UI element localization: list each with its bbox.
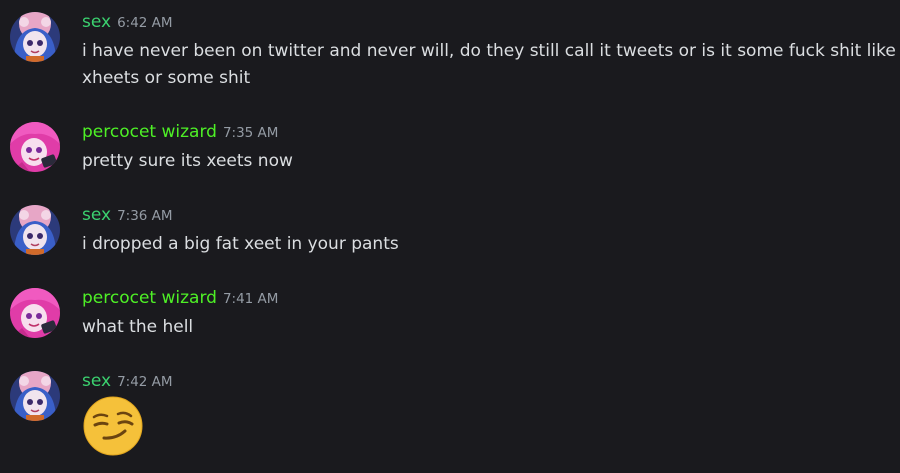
username[interactable]: sex (82, 371, 111, 391)
chat-log: sex 6:42 AM i have never been on twitter … (0, 0, 900, 473)
avatar-blue-hair-icon[interactable] (10, 371, 60, 421)
avatar-blue-hair-icon[interactable] (10, 12, 60, 62)
message[interactable]: percocet wizard 7:41 AM what the hell (0, 288, 900, 340)
message-content: what the hell (82, 317, 194, 337)
message-header: sex 7:42 AM (82, 371, 173, 395)
avatar-blue-hair-icon[interactable] (10, 205, 60, 255)
message-content: i dropped a big fat xeet in your pants (82, 234, 399, 254)
username[interactable]: sex (82, 205, 111, 225)
timestamp[interactable]: 6:42 AM (117, 15, 173, 31)
message[interactable]: sex 6:42 AM i have never been on twitter … (0, 12, 900, 92)
username[interactable]: sex (82, 12, 111, 32)
message-content: pretty sure its xeets now (82, 151, 293, 171)
username[interactable]: percocet wizard (82, 122, 217, 142)
message-header: percocet wizard 7:41 AM (82, 288, 278, 312)
message-header: sex 7:36 AM (82, 205, 173, 229)
avatar-pink-hair-icon[interactable] (10, 122, 60, 172)
message[interactable]: sex 7:36 AM i dropped a big fat xeet in y… (0, 205, 900, 257)
timestamp[interactable]: 7:41 AM (223, 291, 279, 307)
message-header: percocet wizard 7:35 AM (82, 122, 278, 146)
message[interactable]: sex 7:42 AM (0, 371, 900, 466)
username[interactable]: percocet wizard (82, 288, 217, 308)
message-content: i have never been on twitter and never w… (82, 41, 896, 88)
message[interactable]: percocet wizard 7:35 AM pretty sure its x… (0, 122, 900, 174)
avatar-pink-hair-icon[interactable] (10, 288, 60, 338)
timestamp[interactable]: 7:42 AM (117, 374, 173, 390)
timestamp[interactable]: 7:35 AM (223, 125, 279, 141)
smirking-face-emoji-icon[interactable] (82, 395, 144, 457)
timestamp[interactable]: 7:36 AM (117, 208, 173, 224)
message-header: sex 6:42 AM (82, 12, 173, 36)
